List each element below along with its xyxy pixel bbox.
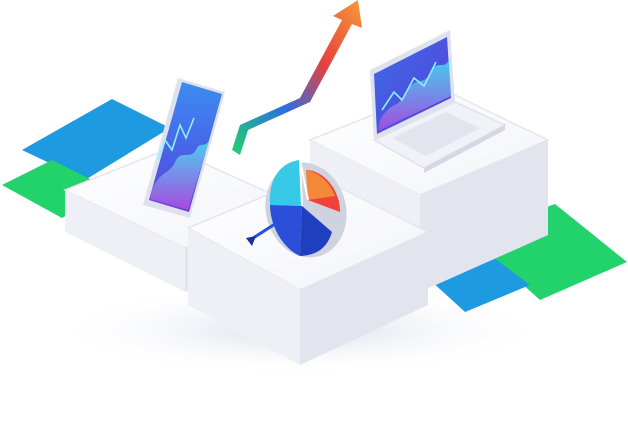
illustration-canvas bbox=[2, 0, 627, 375]
isometric-analytics-illustration bbox=[0, 0, 628, 422]
